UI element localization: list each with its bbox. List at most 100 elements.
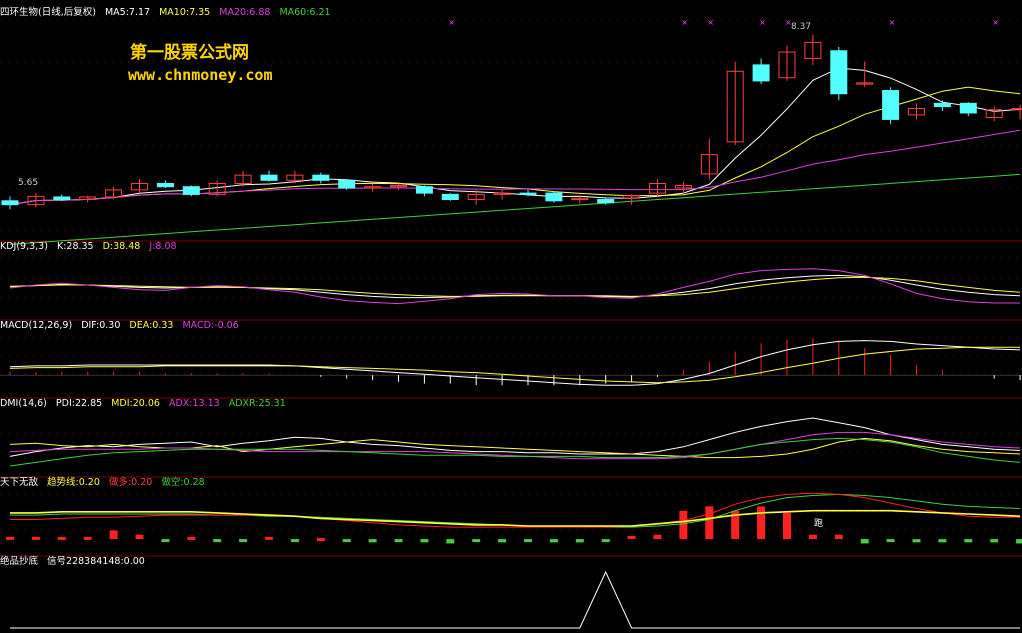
tx-bar-8 — [213, 539, 222, 543]
dmi-adx-line — [9, 431, 1021, 460]
kdj-title: KDJ(9,3,3) — [0, 241, 48, 252]
tx-panel-plot[interactable] — [6, 492, 1022, 544]
kdj-k-value: K:28.35 — [56, 241, 94, 252]
tx-bar-14 — [368, 539, 377, 543]
ma60-value: MA60:6.21 — [279, 7, 331, 18]
tx-title: 天下无敌 — [0, 477, 39, 488]
bottom-panel-header: 绝品抄底 信号228384148:0.00 — [0, 555, 151, 569]
watermark-url: www.chnmoney.com — [128, 66, 273, 84]
macd-dea-value: DEA:0.33 — [129, 320, 174, 331]
bottom-panel-plot[interactable] — [10, 570, 1021, 629]
candle-body-21 — [545, 192, 563, 202]
candle-body-7 — [182, 186, 200, 195]
tx-short-value: 做空:0.28 — [161, 477, 205, 488]
tx-long-value: 做多:0.20 — [108, 477, 153, 488]
candle-body-20 — [519, 192, 537, 195]
tx-bar-10 — [265, 536, 273, 540]
tx-bar-15 — [394, 539, 403, 543]
tx-bar-30 — [783, 512, 791, 540]
tx-bar-21 — [549, 539, 558, 543]
tx-bar-1 — [31, 536, 40, 540]
tx-bar-37 — [964, 539, 973, 543]
tx-signal-label: 跑 — [814, 519, 824, 529]
dmi-pdi-value: PDI:22.85 — [55, 398, 103, 409]
candle-body-37 — [959, 102, 977, 114]
tx-bar-38 — [990, 539, 999, 543]
tx-bar-27 — [705, 506, 714, 540]
tx-bar-17 — [446, 539, 455, 544]
tx-bar-34 — [886, 539, 895, 543]
tx-bar-32 — [834, 534, 843, 540]
ma10-value: MA10:7.35 — [159, 7, 211, 18]
tx-bar-4 — [109, 530, 118, 540]
candle-body-36 — [933, 102, 951, 108]
candle-body-2 — [53, 196, 71, 201]
macd-panel-plot[interactable] — [0, 338, 1022, 386]
dmi-title: DMI(14,6) — [0, 398, 47, 409]
tx-bar-33 — [860, 539, 869, 544]
tx-bar-16 — [420, 539, 429, 543]
tx-bar-35 — [912, 539, 921, 543]
tx-bar-23 — [601, 539, 610, 543]
macd-panel-header: MACD(12,26,9) DIF:0.30 DEA:0.33 MACD:-0.… — [0, 319, 245, 333]
tx-bar-22 — [575, 539, 584, 543]
candle-body-17 — [441, 193, 459, 201]
stock-title: 四环生物(日线,后复权) — [0, 7, 96, 18]
tx-bar-25 — [653, 534, 662, 540]
top-marker-1: × — [681, 18, 688, 27]
dmi-mdi-value: MDI:20.06 — [111, 398, 160, 409]
bottom-signal-value: 信号228384148:0.00 — [47, 556, 145, 567]
tx-bar-24 — [627, 535, 636, 540]
high-price-label: 8.37 — [791, 22, 812, 32]
tx-bar-7 — [187, 536, 196, 540]
macd-title: MACD(12,26,9) — [0, 320, 73, 331]
candle-body-23 — [597, 199, 615, 204]
tx-bar-0 — [6, 536, 14, 540]
candle-body-13 — [338, 179, 356, 189]
candle-body-10 — [260, 174, 278, 181]
tx-bar-36 — [938, 539, 947, 543]
kdj-panel-plot[interactable] — [9, 268, 1021, 305]
kdj-j-line — [9, 268, 1021, 305]
candle-body-0 — [1, 200, 19, 206]
ma5-value: MA5:7.17 — [104, 7, 151, 18]
candle-body-32 — [830, 50, 848, 95]
top-marker-3: × — [759, 18, 766, 27]
tx-bar-29 — [757, 506, 766, 540]
candle-body-12 — [312, 174, 330, 181]
dmi-adxr-value: ADXR:25.31 — [228, 398, 286, 409]
stock-chart[interactable]: × × × × × × × — [0, 0, 1022, 633]
tx-trend-value: 趋势线:0.20 — [47, 477, 100, 488]
tx-bar-9 — [239, 539, 248, 543]
tx-bar-2 — [57, 536, 66, 540]
tx-bar-13 — [342, 539, 351, 543]
kdj-d-value: D:38.48 — [102, 241, 141, 252]
tx-panel-header: 天下无敌 趋势线:0.20 做多:0.20 做空:0.28 — [0, 476, 211, 490]
tx-bar-39 — [1016, 539, 1022, 544]
bottom-signal-line — [10, 570, 1021, 629]
macd-dif-line — [9, 340, 1021, 386]
macd-dif-value: DIF:0.30 — [81, 320, 121, 331]
tx-bar-11 — [290, 539, 299, 543]
kdj-panel-header: KDJ(9,3,3) K:28.35 D:38.48 J:8.08 — [0, 240, 183, 254]
candle-body-29 — [752, 64, 770, 82]
tx-bar-19 — [498, 539, 507, 543]
low-price-label: 5.65 — [18, 178, 39, 188]
dmi-adx-value: ADX:13.13 — [168, 398, 220, 409]
top-marker-2: × — [707, 18, 714, 27]
tx-bar-31 — [808, 534, 817, 540]
dmi-panel-plot[interactable] — [9, 417, 1021, 467]
tx-bar-6 — [161, 539, 170, 543]
kdj-j-value: J:8.08 — [149, 241, 177, 252]
top-marker-5: × — [889, 18, 896, 27]
dmi-panel-header: DMI(14,6) PDI:22.85 MDI:20.06 ADX:13.13 … — [0, 397, 292, 411]
ma20-value: MA20:6.88 — [219, 7, 271, 18]
candle-body-6 — [156, 183, 174, 188]
candle-body-16 — [415, 186, 433, 194]
top-marker-0: × — [448, 18, 455, 27]
bottom-title: 绝品抄底 — [0, 556, 39, 567]
price-panel-header: 四环生物(日线,后复权) MA5:7.17 MA10:7.35 MA20:6.8… — [0, 6, 337, 20]
tx-bar-26 — [679, 510, 688, 540]
tx-bar-3 — [83, 536, 92, 540]
tx-trend-line — [10, 509, 1021, 527]
